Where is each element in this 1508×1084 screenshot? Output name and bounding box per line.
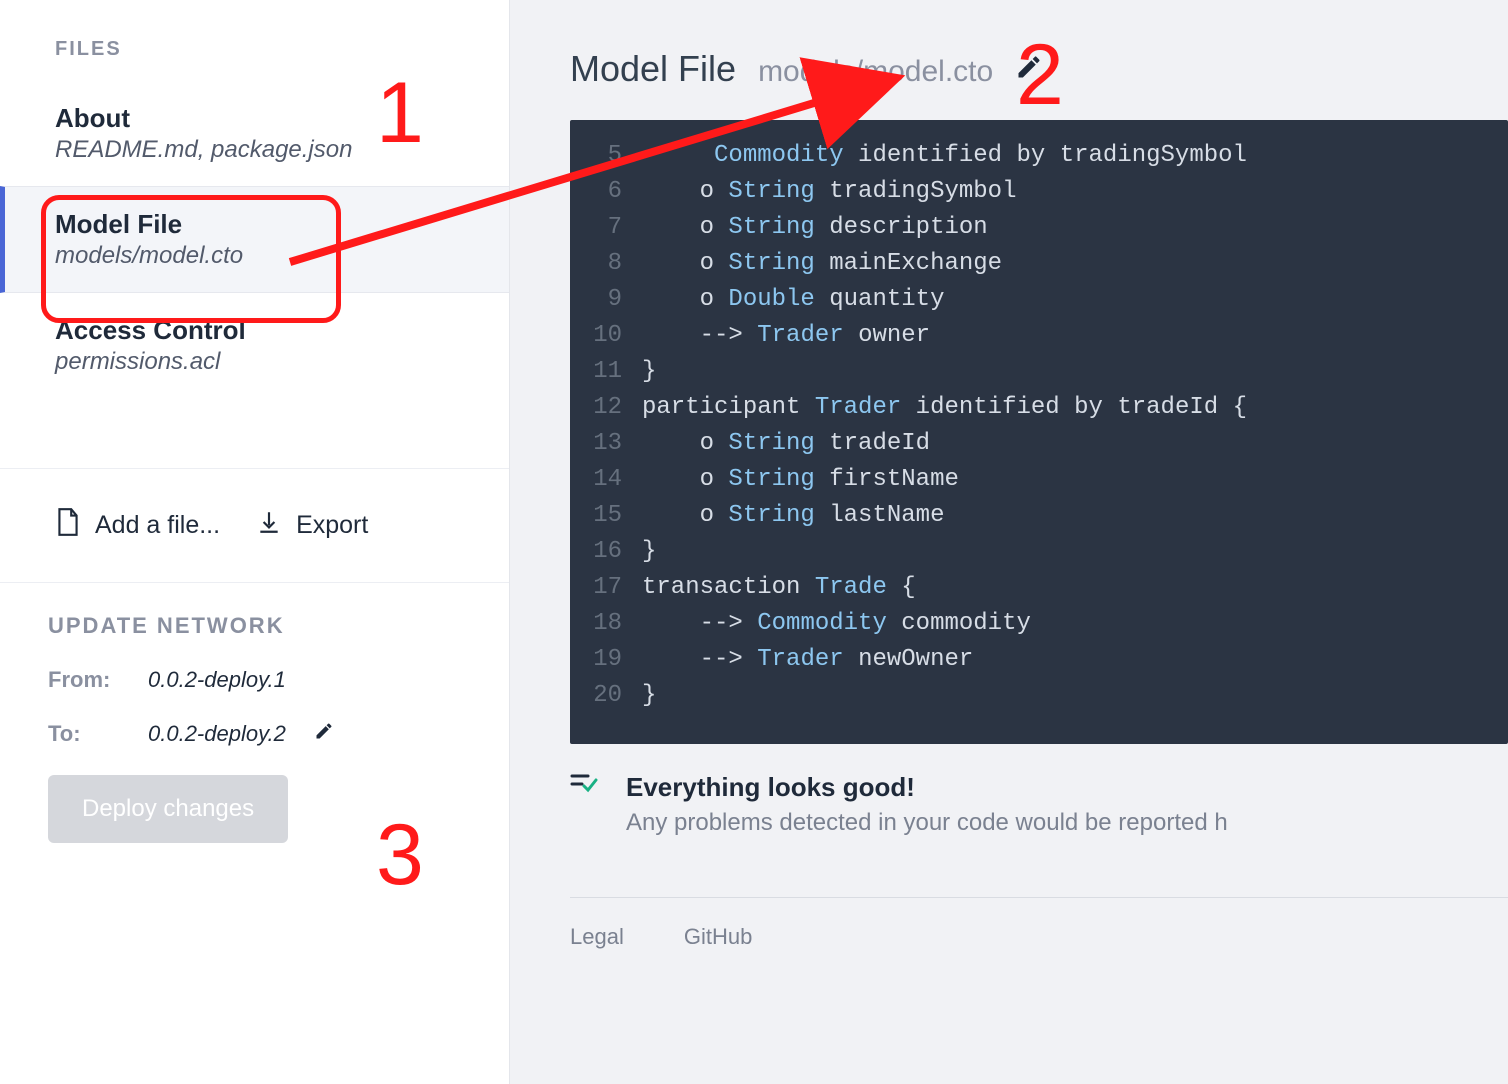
- editor-title: Model File: [570, 48, 736, 90]
- version-to-row: To: 0.0.2-deploy.2: [48, 721, 461, 747]
- file-actions: Add a file... Export: [0, 468, 509, 583]
- file-item-title: About: [55, 103, 454, 134]
- editor-header: Model File models/model.cto: [510, 0, 1508, 120]
- code-line[interactable]: 18 --> Commodity commodity: [570, 606, 1508, 642]
- code-editor[interactable]: 5 Commodity identified by tradingSymbol …: [570, 120, 1508, 744]
- footer-github-link[interactable]: GitHub: [684, 924, 752, 950]
- export-label: Export: [296, 511, 368, 540]
- code-text: }: [642, 678, 1508, 714]
- code-line[interactable]: 11}: [570, 354, 1508, 390]
- update-network-heading: UPDATE NETWORK: [48, 613, 461, 639]
- version-from-row: From: 0.0.2-deploy.1: [48, 667, 461, 693]
- line-number: 14: [570, 462, 642, 498]
- code-text: transaction Trade {: [642, 570, 1508, 606]
- footer-links: Legal GitHub: [570, 897, 1508, 950]
- add-file-button[interactable]: Add a file...: [55, 507, 220, 544]
- version-from-label: From:: [48, 667, 120, 693]
- code-text: o String tradeId: [642, 426, 1508, 462]
- file-item-path: README.md, package.json: [55, 136, 454, 164]
- main-panel: Model File models/model.cto 5 Commodity …: [510, 0, 1508, 1084]
- code-text: o String mainExchange: [642, 246, 1508, 282]
- status-ok-icon: [570, 772, 600, 801]
- version-from-value: 0.0.2-deploy.1: [148, 667, 286, 693]
- code-line[interactable]: 13 o String tradeId: [570, 426, 1508, 462]
- code-text: o String firstName: [642, 462, 1508, 498]
- code-line[interactable]: 15 o String lastName: [570, 498, 1508, 534]
- code-line[interactable]: 16}: [570, 534, 1508, 570]
- version-to-value: 0.0.2-deploy.2: [148, 721, 286, 747]
- status-row: Everything looks good! Any problems dete…: [510, 744, 1508, 837]
- line-number: 15: [570, 498, 642, 534]
- status-text: Everything looks good! Any problems dete…: [626, 772, 1228, 837]
- export-button[interactable]: Export: [256, 507, 368, 544]
- sidebar-item-about[interactable]: About README.md, package.json: [0, 81, 509, 186]
- editor-path: models/model.cto: [758, 55, 993, 89]
- file-item-path: models/model.cto: [55, 242, 454, 270]
- file-item-path: permissions.acl: [55, 348, 454, 376]
- footer-legal-link[interactable]: Legal: [570, 924, 624, 950]
- code-text: --> Trader owner: [642, 318, 1508, 354]
- status-title: Everything looks good!: [626, 772, 1228, 803]
- deploy-changes-button[interactable]: Deploy changes: [48, 775, 288, 843]
- line-number: 12: [570, 390, 642, 426]
- code-line[interactable]: 5 Commodity identified by tradingSymbol: [570, 138, 1508, 174]
- version-to-label: To:: [48, 721, 120, 747]
- line-number: 17: [570, 570, 642, 606]
- code-line[interactable]: 14 o String firstName: [570, 462, 1508, 498]
- status-subtitle: Any problems detected in your code would…: [626, 809, 1228, 837]
- code-line[interactable]: 19 --> Trader newOwner: [570, 642, 1508, 678]
- sidebar: FILES About README.md, package.json Mode…: [0, 0, 510, 1084]
- code-line[interactable]: 17transaction Trade {: [570, 570, 1508, 606]
- code-text: }: [642, 534, 1508, 570]
- code-line[interactable]: 9 o Double quantity: [570, 282, 1508, 318]
- sidebar-item-model-file[interactable]: Model File models/model.cto: [0, 186, 509, 293]
- line-number: 11: [570, 354, 642, 390]
- code-text: o String lastName: [642, 498, 1508, 534]
- line-number: 16: [570, 534, 642, 570]
- code-line[interactable]: 12participant Trader identified by trade…: [570, 390, 1508, 426]
- code-text: --> Trader newOwner: [642, 642, 1508, 678]
- file-item-title: Model File: [55, 209, 454, 240]
- code-text: o String tradingSymbol: [642, 174, 1508, 210]
- download-icon: [256, 507, 282, 544]
- code-line[interactable]: 8 o String mainExchange: [570, 246, 1508, 282]
- code-line[interactable]: 20}: [570, 678, 1508, 714]
- code-line[interactable]: 7 o String description: [570, 210, 1508, 246]
- edit-filename-icon[interactable]: [1015, 53, 1043, 86]
- update-network-section: UPDATE NETWORK From: 0.0.2-deploy.1 To: …: [0, 583, 509, 843]
- line-number: 8: [570, 246, 642, 282]
- code-text: o String description: [642, 210, 1508, 246]
- sidebar-item-access-control[interactable]: Access Control permissions.acl: [0, 293, 509, 398]
- code-line[interactable]: 6 o String tradingSymbol: [570, 174, 1508, 210]
- code-text: o Double quantity: [642, 282, 1508, 318]
- file-plus-icon: [55, 507, 81, 544]
- line-number: 7: [570, 210, 642, 246]
- add-file-label: Add a file...: [95, 511, 220, 540]
- code-text: --> Commodity commodity: [642, 606, 1508, 642]
- edit-version-icon[interactable]: [314, 721, 334, 747]
- file-item-title: Access Control: [55, 315, 454, 346]
- line-number: 9: [570, 282, 642, 318]
- line-number: 18: [570, 606, 642, 642]
- code-text: participant Trader identified by tradeId…: [642, 390, 1508, 426]
- code-line[interactable]: 10 --> Trader owner: [570, 318, 1508, 354]
- files-heading: FILES: [0, 0, 509, 81]
- line-number: 10: [570, 318, 642, 354]
- code-text: }: [642, 354, 1508, 390]
- code-text: Commodity identified by tradingSymbol: [642, 138, 1508, 174]
- line-number: 5: [570, 138, 642, 174]
- line-number: 20: [570, 678, 642, 714]
- line-number: 13: [570, 426, 642, 462]
- line-number: 19: [570, 642, 642, 678]
- line-number: 6: [570, 174, 642, 210]
